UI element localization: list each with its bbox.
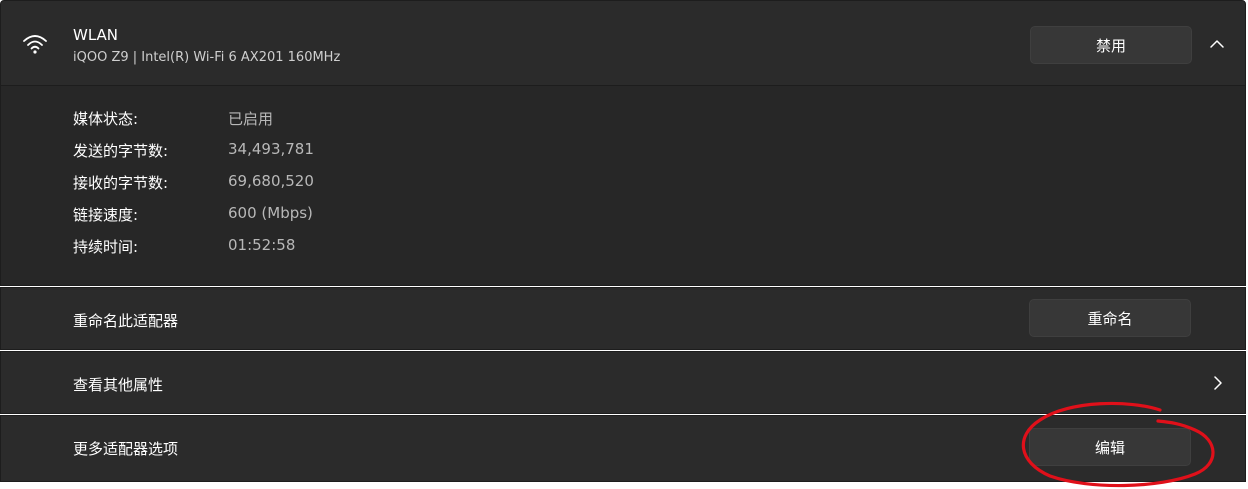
detail-label: 持续时间:: [73, 238, 139, 256]
detail-value: 600 (Mbps): [228, 204, 313, 222]
detail-bytes-received: 接收的字节数: 69,680,520: [73, 172, 473, 194]
more-adapter-options-row: 更多适配器选项 编辑: [0, 415, 1246, 482]
disable-button[interactable]: 禁用: [1030, 26, 1192, 64]
detail-bytes-sent: 发送的字节数: 34,493,781: [73, 140, 473, 162]
chevron-right-icon[interactable]: [1208, 373, 1228, 393]
detail-value: 34,493,781: [228, 140, 314, 158]
adapter-subtitle: iQOO Z9 | Intel(R) Wi-Fi 6 AX201 160MHz: [73, 50, 341, 65]
adapter-header[interactable]: WLAN iQOO Z9 | Intel(R) Wi-Fi 6 AX201 16…: [0, 0, 1246, 86]
detail-duration: 持续时间: 01:52:58: [73, 236, 473, 258]
detail-label: 媒体状态:: [73, 110, 139, 128]
rename-adapter-row: 重命名此适配器 重命名: [0, 287, 1246, 350]
network-adapter-settings-page: WLAN iQOO Z9 | Intel(R) Wi-Fi 6 AX201 16…: [0, 0, 1248, 489]
adapter-details: 媒体状态: 已启用 发送的字节数: 34,493,781 接收的字节数: 69,…: [0, 86, 1246, 286]
rename-button[interactable]: 重命名: [1029, 299, 1191, 337]
more-adapter-options-label: 更多适配器选项: [73, 440, 179, 458]
chevron-up-icon[interactable]: [1207, 34, 1227, 54]
detail-value: 69,680,520: [228, 172, 314, 190]
detail-label: 发送的字节数:: [73, 142, 169, 160]
wifi-icon: [21, 32, 49, 56]
adapter-title: WLAN: [73, 26, 119, 44]
edit-button[interactable]: 编辑: [1029, 428, 1191, 466]
rename-adapter-label: 重命名此适配器: [73, 312, 179, 330]
detail-value: 已启用: [228, 110, 274, 128]
view-properties-row[interactable]: 查看其他属性: [0, 351, 1246, 414]
detail-media-status: 媒体状态: 已启用: [73, 108, 473, 130]
detail-label: 链接速度:: [73, 206, 139, 224]
view-properties-label: 查看其他属性: [73, 376, 164, 394]
detail-link-speed: 链接速度: 600 (Mbps): [73, 204, 473, 226]
detail-label: 接收的字节数:: [73, 174, 169, 192]
detail-value: 01:52:58: [228, 236, 296, 254]
